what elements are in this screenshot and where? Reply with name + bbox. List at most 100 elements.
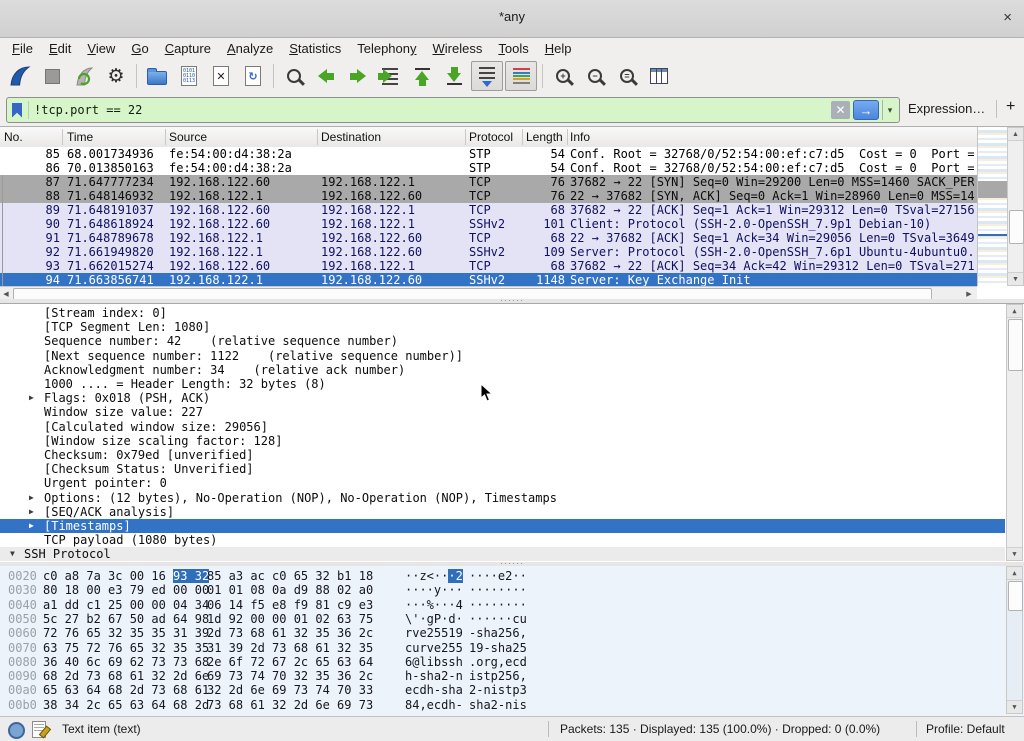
go-last-packet-icon[interactable] bbox=[439, 62, 469, 90]
capture-options-icon[interactable]: ⚙ bbox=[101, 62, 131, 90]
column-header-destination[interactable]: Destination bbox=[321, 130, 464, 144]
detail-line[interactable]: [Window size scaling factor: 128] bbox=[0, 434, 1005, 448]
stop-capture-icon[interactable] bbox=[37, 62, 67, 90]
zoom-in-icon[interactable]: + bbox=[548, 62, 578, 90]
save-file-icon[interactable]: 0101 0110 0113 bbox=[174, 62, 204, 90]
filter-bookmark-icon[interactable] bbox=[12, 103, 22, 118]
hex-row-0080[interactable]: 008036 40 6c 69 62 73 73 682e 6f 72 67 2… bbox=[0, 655, 1005, 669]
column-header-time[interactable]: Time bbox=[67, 130, 165, 144]
column-header-length[interactable]: Length bbox=[526, 130, 565, 144]
detail-line[interactable]: Acknowledgment number: 34 (relative ack … bbox=[0, 363, 1005, 377]
zoom-reset-icon[interactable]: = bbox=[612, 62, 642, 90]
menu-file[interactable]: File bbox=[4, 39, 41, 58]
resize-columns-icon[interactable] bbox=[644, 62, 674, 90]
filter-bar: !tcp.port == 22 ✕ → ▾ Expression… + bbox=[0, 93, 1024, 127]
filter-apply-icon[interactable]: → bbox=[853, 100, 879, 120]
status-profile[interactable]: Profile: Default bbox=[926, 722, 1005, 736]
hex-row-0050[interactable]: 00505c 27 b2 67 50 ad 64 981d 92 00 00 0… bbox=[0, 612, 1005, 626]
detail-line[interactable]: TCP payload (1080 bytes) bbox=[0, 533, 1005, 547]
detail-line[interactable]: [Calculated window size: 29056] bbox=[0, 420, 1005, 434]
detail-line[interactable]: ▶[SEQ/ACK analysis] bbox=[0, 505, 1005, 519]
reload-file-icon[interactable]: ↻ bbox=[238, 62, 268, 90]
detail-line[interactable]: ▶[Timestamps] bbox=[0, 519, 1005, 533]
detail-line[interactable]: Urgent pointer: 0 bbox=[0, 476, 1005, 490]
menu-view[interactable]: View bbox=[79, 39, 123, 58]
display-filter-input[interactable]: !tcp.port == 22 ✕ → ▾ bbox=[6, 97, 900, 123]
packet-row-93[interactable]: 9371.662015274192.168.122.60192.168.122.… bbox=[0, 259, 977, 273]
go-forward-icon[interactable] bbox=[343, 62, 373, 90]
details-vscrollbar[interactable]: ▲▼ bbox=[1006, 304, 1023, 561]
packet-list-header[interactable]: No. Time Source Destination Protocol Length In… bbox=[0, 127, 977, 148]
zoom-out-icon[interactable]: − bbox=[580, 62, 610, 90]
detail-line[interactable]: Window size value: 227 bbox=[0, 405, 1005, 419]
hex-row-0070[interactable]: 007063 75 72 76 65 32 35 3531 39 2d 73 6… bbox=[0, 641, 1005, 655]
packet-row-91[interactable]: 9171.648789678192.168.122.1192.168.122.6… bbox=[0, 231, 977, 245]
menu-tools[interactable]: Tools bbox=[490, 39, 536, 58]
go-to-packet-icon[interactable] bbox=[375, 62, 405, 90]
menu-analyze[interactable]: Analyze bbox=[219, 39, 281, 58]
wireshark-window: *any × FileEditViewGoCaptureAnalyzeStati… bbox=[0, 0, 1024, 741]
packet-row-85[interactable]: 8568.001734936fe:54:00:d4:38:2aSTP54Conf… bbox=[0, 147, 977, 161]
packet-row-90[interactable]: 9071.648618924192.168.122.60192.168.122.… bbox=[0, 217, 977, 231]
start-capture-icon[interactable] bbox=[5, 62, 35, 90]
detail-line[interactable]: [Next sequence number: 1122 (relative se… bbox=[0, 349, 1005, 363]
hex-row-0040[interactable]: 0040a1 dd c1 25 00 00 04 3406 14 f5 e8 f… bbox=[0, 598, 1005, 612]
menu-capture[interactable]: Capture bbox=[157, 39, 219, 58]
expert-info-icon[interactable] bbox=[8, 722, 25, 739]
packet-row-88[interactable]: 8871.648146932192.168.122.1192.168.122.6… bbox=[0, 189, 977, 203]
packet-row-92[interactable]: 9271.661949820192.168.122.1192.168.122.6… bbox=[0, 245, 977, 259]
column-header-info[interactable]: Info bbox=[570, 130, 970, 144]
menu-bar: FileEditViewGoCaptureAnalyzeStatisticsTe… bbox=[0, 38, 1024, 59]
menu-help[interactable]: Help bbox=[537, 39, 580, 58]
menu-wireless[interactable]: Wireless bbox=[425, 39, 491, 58]
collapse-arrow-icon[interactable]: ▼ bbox=[10, 547, 15, 561]
packet-list-vscrollbar[interactable]: ▲▼ bbox=[1007, 127, 1024, 286]
filter-text[interactable]: !tcp.port == 22 bbox=[34, 103, 831, 117]
hex-row-00b0[interactable]: 00b038 34 2c 65 63 64 68 2d73 68 61 32 2… bbox=[0, 698, 1005, 712]
expression-button[interactable]: Expression… bbox=[908, 101, 985, 116]
open-file-icon[interactable] bbox=[142, 62, 172, 90]
column-header-no[interactable]: No. bbox=[4, 130, 60, 144]
filter-clear-icon[interactable]: ✕ bbox=[831, 101, 850, 119]
go-back-icon[interactable] bbox=[311, 62, 341, 90]
intelligent-scrollbar[interactable] bbox=[977, 127, 1008, 286]
detail-line[interactable]: Checksum: 0x79ed [unverified] bbox=[0, 448, 1005, 462]
detail-line[interactable]: Sequence number: 42 (relative sequence n… bbox=[0, 334, 1005, 348]
column-header-protocol[interactable]: Protocol bbox=[469, 130, 521, 144]
hex-row-0030[interactable]: 003080 18 00 e3 79 ed 00 0001 01 08 0a d… bbox=[0, 583, 1005, 597]
menu-statistics[interactable]: Statistics bbox=[281, 39, 349, 58]
packet-row-94[interactable]: 9471.663856741192.168.122.1192.168.122.6… bbox=[0, 273, 977, 286]
menu-telephony[interactable]: Telephony bbox=[349, 39, 424, 58]
hex-row-0060[interactable]: 006072 76 65 32 35 35 31 392d 73 68 61 3… bbox=[0, 626, 1005, 640]
go-first-packet-icon[interactable] bbox=[407, 62, 437, 90]
close-icon[interactable]: × bbox=[1003, 8, 1012, 28]
close-file-icon[interactable]: ✕ bbox=[206, 62, 236, 90]
menu-edit[interactable]: Edit bbox=[41, 39, 79, 58]
column-header-source[interactable]: Source bbox=[169, 130, 317, 144]
packet-row-86[interactable]: 8670.013850163fe:54:00:d4:38:2aSTP54Conf… bbox=[0, 161, 977, 175]
detail-line[interactable]: ▶Flags: 0x018 (PSH, ACK) bbox=[0, 391, 1005, 405]
expand-arrow-icon[interactable]: ▶ bbox=[29, 519, 34, 533]
menu-go[interactable]: Go bbox=[123, 39, 156, 58]
detail-line[interactable]: 1000 .... = Header Length: 32 bytes (8) bbox=[0, 377, 1005, 391]
packet-row-87[interactable]: 8771.647777234192.168.122.60192.168.122.… bbox=[0, 175, 977, 189]
filter-history-dropdown-icon[interactable]: ▾ bbox=[882, 100, 897, 120]
detail-line[interactable]: [Checksum Status: Unverified] bbox=[0, 462, 1005, 476]
capture-comment-icon[interactable] bbox=[32, 721, 46, 738]
bytes-vscrollbar[interactable]: ▲▼ bbox=[1006, 566, 1023, 714]
hex-row-0090[interactable]: 009068 2d 73 68 61 32 2d 6e69 73 74 70 3… bbox=[0, 669, 1005, 683]
expand-arrow-icon[interactable]: ▶ bbox=[29, 491, 34, 505]
add-filter-button[interactable]: + bbox=[1006, 98, 1015, 116]
hex-row-0020[interactable]: 0020c0 a8 7a 3c 00 16 93 3285 a3 ac c0 6… bbox=[0, 569, 1005, 583]
hex-row-00a0[interactable]: 00a065 63 64 68 2d 73 68 6132 2d 6e 69 7… bbox=[0, 683, 1005, 697]
detail-line[interactable]: ▶Options: (12 bytes), No-Operation (NOP)… bbox=[0, 491, 1005, 505]
find-packet-icon[interactable] bbox=[279, 62, 309, 90]
detail-line[interactable]: [Stream index: 0] bbox=[0, 306, 1005, 320]
packet-row-89[interactable]: 8971.648191037192.168.122.60192.168.122.… bbox=[0, 203, 977, 217]
restart-capture-icon[interactable] bbox=[69, 62, 99, 90]
expand-arrow-icon[interactable]: ▶ bbox=[29, 505, 34, 519]
expand-arrow-icon[interactable]: ▶ bbox=[29, 391, 34, 405]
colorize-icon[interactable] bbox=[505, 61, 537, 91]
detail-line[interactable]: [TCP Segment Len: 1080] bbox=[0, 320, 1005, 334]
auto-scroll-icon[interactable] bbox=[471, 61, 503, 91]
